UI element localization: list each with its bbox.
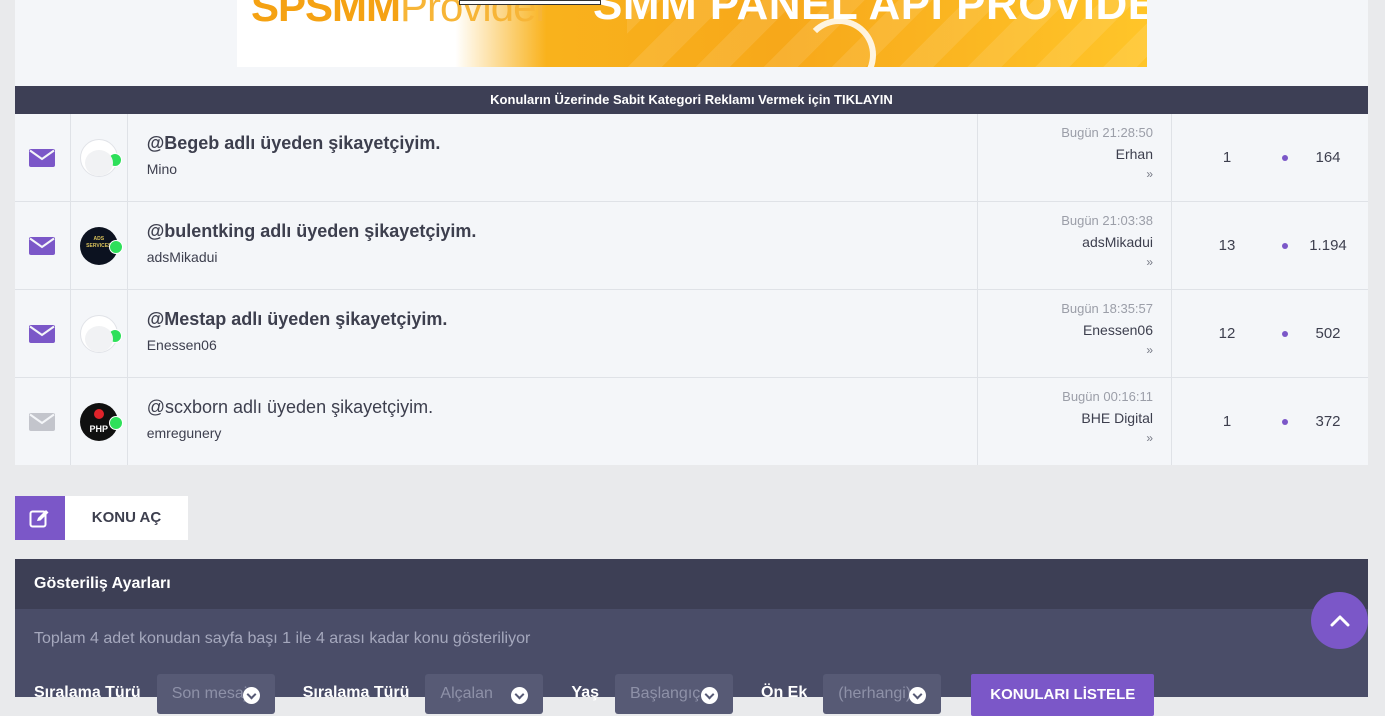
view-count: 372 [1315,413,1341,430]
last-post-user-link[interactable]: BHE Digital [978,410,1153,426]
last-post-cell: Bugün 21:28:50 Erhan » [978,114,1172,201]
last-post-user-link[interactable]: Erhan [978,146,1153,162]
topic-avatar-cell: PHP [71,378,128,465]
topic-avatar-cell [71,114,128,201]
online-status-indicator [108,239,123,254]
settings-select[interactable]: Son mesaj [156,674,275,714]
topic-title-link[interactable]: @Begeb adlı üyeden şikayetçiyim. [147,133,978,154]
banner-headline: SMM PANEL API PROVIDER [593,0,1147,29]
settings-select[interactable]: (herhangi) [823,674,942,714]
online-status-indicator [108,415,123,430]
new-topic-button[interactable]: KONU AÇ [15,496,188,540]
topic-title-cell: @bulentking adlı üyeden şikayetçiyim. ads… [128,202,979,289]
reply-count: 12 [1218,325,1236,342]
last-post-time: Bugün 18:35:57 [1061,301,1153,316]
chevron-down-icon [242,687,260,704]
topic-title-link[interactable]: @scxborn adlı üyeden şikayetçiyim. [147,397,978,418]
settings-select-value: Alçalan [440,685,493,702]
new-topic-label: KONU AÇ [65,496,188,540]
view-count: 1.194 [1309,237,1347,254]
avatar[interactable] [79,226,123,265]
topic-status-cell [15,202,71,289]
settings-control-label: Ön Ek [761,684,808,701]
topic-row: @bulentking adlı üyeden şikayetçiyim.ads… [15,202,1368,290]
go-to-last-post-icon[interactable]: » [978,431,1153,445]
reply-count: 1 [1222,413,1232,430]
topic-author-link[interactable]: Enessen06 [147,337,978,353]
topic-stats-cell: 1 372 [1172,378,1368,465]
display-settings-panel: Gösteriliş Ayarları Toplam 4 adet konuda… [15,559,1368,716]
reply-count: 13 [1218,237,1236,254]
display-settings-title: Gösteriliş Ayarları [15,559,1368,609]
advertisement-banner[interactable]: SPSMMProvider SMM PANEL API PROVIDER [237,0,1147,67]
settings-control-label: Sıralama Türü [34,684,141,701]
envelope-icon [29,324,56,343]
last-post-cell: Bugün 21:03:38 adsMikadui » [978,202,1172,289]
view-count: 164 [1315,149,1341,166]
last-post-user-link[interactable]: adsMikadui [978,234,1153,250]
settings-select-value: Başlangıç [630,685,701,702]
avatar[interactable]: PHP [79,402,123,441]
online-status-indicator [107,328,122,343]
topic-stats-cell: 13 1.194 [1172,202,1368,289]
last-post-user-link[interactable]: Enessen06 [978,322,1153,338]
topic-author-link[interactable]: adsMikadui [147,249,978,265]
last-post-time: Bugün 00:16:11 [1062,389,1153,404]
category-ad-link[interactable]: Konuların Üzerinde Sabit Kategori Reklam… [15,86,1368,114]
topic-stats-cell: 1 164 [1172,114,1368,201]
go-to-last-post-icon[interactable]: » [978,255,1153,269]
topic-list: @Begeb adlı üyeden şikayetçiyim. Mino Bugü… [15,114,1368,465]
edit-icon [15,496,65,540]
chevron-down-icon [909,687,927,704]
last-post-time: Bugün 21:28:50 [1061,125,1153,140]
topic-author-link[interactable]: Mino [147,161,978,177]
banner-container: SPSMMProvider SMM PANEL API PROVIDER [15,0,1368,86]
envelope-icon [29,412,56,431]
envelope-icon [29,148,56,167]
topic-title-cell: @Mestap adlı üyeden şikayetçiyim. Enessen… [128,290,979,377]
display-settings-controls: Sıralama Türü Son mesaj Sıralama Türü Alçal… [34,674,1155,716]
topic-title-cell: @scxborn adlı üyeden şikayetçiyim. emregu… [128,378,979,465]
avatar[interactable] [79,138,122,177]
settings-control-label: Sıralama Türü [302,684,410,701]
topic-status-cell [15,378,71,465]
topic-row: @Begeb adlı üyeden şikayetçiyim. Mino Bugü… [15,114,1368,202]
settings-select[interactable]: Alçalan [425,674,544,714]
topic-avatar-cell [71,202,128,289]
last-post-cell: Bugün 00:16:11 BHE Digital » [978,378,1172,465]
topic-status-cell [15,114,71,201]
chevron-down-icon [511,687,529,704]
settings-select-value: Son mesaj [171,685,248,702]
topic-title-cell: @Begeb adlı üyeden şikayetçiyim. Mino [128,114,979,201]
go-to-last-post-icon[interactable]: » [978,343,1153,357]
settings-control-label: Yaş [571,684,599,701]
banner-brand-main: SPSMM [251,0,401,30]
topic-title-link[interactable]: @Mestap adlı üyeden şikayetçiyim. [147,309,978,330]
list-topics-button[interactable]: KONULARI LİSTELE [971,674,1155,716]
php-logo-dot [93,408,104,419]
banner-tab-line [459,0,601,5]
envelope-icon [29,236,56,255]
scroll-to-top-button[interactable] [1311,592,1368,649]
topic-avatar-cell [71,290,128,377]
chevron-up-icon [1330,615,1349,626]
topic-stats-cell: 12 502 [1172,290,1368,377]
settings-select[interactable]: Başlangıç [615,674,733,714]
topic-row: PHP @scxborn adlı üyeden şikayetçiyim. emr… [15,378,1368,465]
settings-select-value: (herhangi) [838,685,912,702]
avatar[interactable] [79,314,122,353]
topic-row: @Mestap adlı üyeden şikayetçiyim. Enessen… [15,290,1368,378]
last-post-time: Bugün 21:03:38 [1061,213,1153,228]
chevron-down-icon [701,687,718,704]
topic-title-link[interactable]: @bulentking adlı üyeden şikayetçiyim. [147,221,978,242]
topic-status-cell [15,290,71,377]
view-count: 502 [1315,325,1341,342]
display-settings-info: Toplam 4 adet konudan sayfa başı 1 ile 4… [34,630,531,647]
reply-count: 1 [1222,149,1232,166]
last-post-cell: Bugün 18:35:57 Enessen06 » [978,290,1172,377]
topic-author-link[interactable]: emregunery [147,425,978,441]
go-to-last-post-icon[interactable]: » [978,167,1153,181]
online-status-indicator [107,152,122,167]
